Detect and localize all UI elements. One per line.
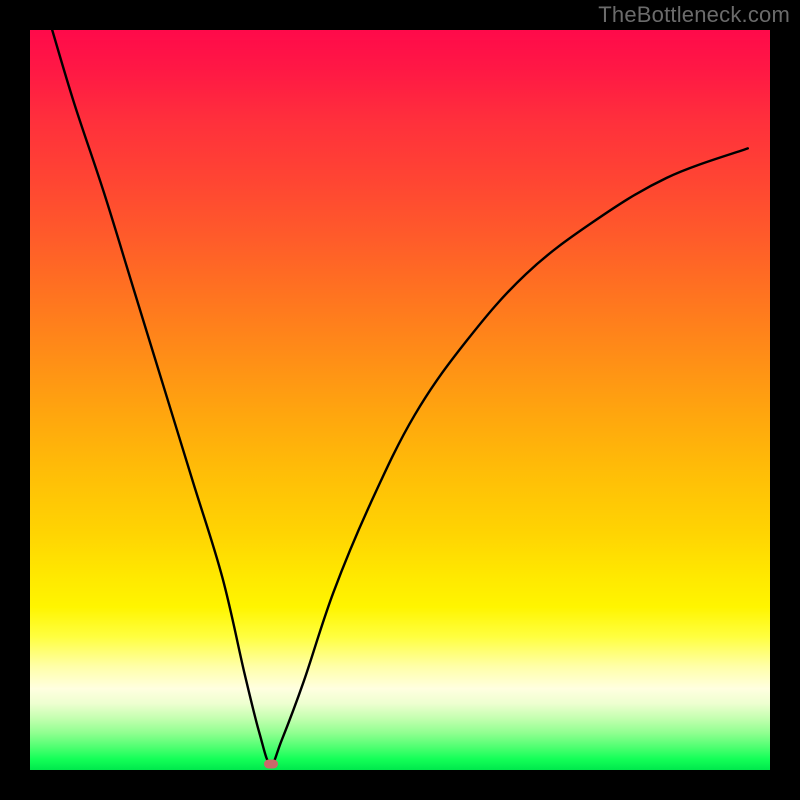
minimum-marker — [264, 760, 278, 769]
chart-frame: TheBottleneck.com — [0, 0, 800, 800]
watermark-text: TheBottleneck.com — [598, 2, 790, 28]
bottleneck-curve — [30, 30, 770, 770]
plot-area — [30, 30, 770, 770]
curve-path — [52, 30, 748, 764]
